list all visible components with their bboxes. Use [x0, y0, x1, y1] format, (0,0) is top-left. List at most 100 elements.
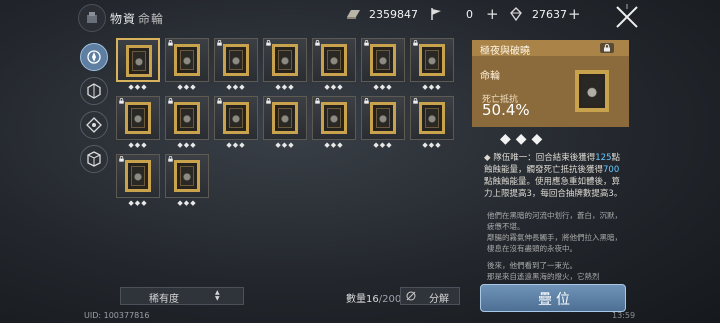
item-slot[interactable]: ◆◆◆ [312, 96, 356, 150]
decompose-label: 分解 [429, 294, 449, 305]
item-rarity: ◆◆◆ [177, 83, 197, 91]
resource-crystal: 27637 [508, 6, 567, 22]
item-card [165, 38, 209, 82]
detail-lock-button[interactable] [600, 43, 614, 53]
item-slot[interactable]: ◆◆◆ [165, 38, 209, 92]
diamond-icon [86, 117, 102, 133]
hexagon-icon [87, 83, 101, 99]
item-slot[interactable]: ◆◆◆ [361, 38, 405, 92]
detail-description: ◆ 隊伍唯一：回合結束後獲得125點蝕蝕能量，觸發死亡抵抗後獲得700點蝕蝕能量… [484, 152, 626, 200]
lock-icon [604, 44, 610, 52]
destiny-wheel-card-icon [223, 102, 249, 134]
item-slot[interactable]: ◆◆◆ [410, 96, 454, 150]
lore-line: 他們在黑暗的河流中划行，蒼白，沉默，疲憊不堪。 [487, 211, 622, 231]
item-card [116, 38, 160, 82]
decompose-button[interactable]: 分解 [400, 287, 460, 305]
item-card [410, 38, 454, 82]
lock-icon [315, 40, 320, 46]
destiny-wheel-card-icon [370, 44, 396, 76]
sort-dropdown[interactable]: 稀有度 ▲▼ [120, 287, 244, 305]
item-slot[interactable]: ◆◆◆ [263, 38, 307, 92]
compass-tab[interactable] [80, 43, 108, 71]
lore-line: 後來，他們看到了一束光。 [487, 261, 577, 270]
item-card [312, 96, 356, 140]
lock-icon [364, 98, 369, 104]
detail-lore: 他們在黑暗的河流中划行，蒼白，沉默，疲憊不堪。 靡腸的霧氣伸長觸手，將他們拉入黑… [487, 210, 627, 282]
item-rarity: ◆◆◆ [177, 199, 197, 207]
cube-icon [87, 151, 101, 167]
item-card [165, 96, 209, 140]
compass-icon [87, 50, 101, 64]
lore-line: 靡腸的霧氣伸長觸手，將他們拉入黑暗，棲息在沒有盡頭的永夜中。 [487, 233, 622, 253]
destiny-wheel-card-icon [370, 102, 396, 134]
resource-crystal-value: 27637 [532, 7, 567, 21]
item-card [116, 154, 160, 198]
destiny-wheel-card-icon [174, 160, 200, 192]
item-rarity: ◆◆◆ [422, 83, 442, 91]
count-current: 16 [366, 294, 379, 305]
item-card [263, 96, 307, 140]
item-slot[interactable]: ◆◆◆ [165, 154, 209, 208]
item-slot[interactable]: ◆◆◆ [263, 96, 307, 150]
item-slot[interactable]: ◆◆◆ [214, 38, 258, 92]
page-title: 物資 [110, 12, 137, 26]
desc-value-1: 125 [595, 153, 612, 163]
item-slot[interactable]: ◆◆◆ [116, 154, 160, 208]
lock-icon [266, 98, 271, 104]
item-card [263, 38, 307, 82]
destiny-wheel-card-icon [126, 45, 152, 77]
item-rarity: ◆◆◆ [177, 141, 197, 149]
detail-card-image [575, 70, 609, 112]
destiny-wheel-card-icon [321, 102, 347, 134]
lock-icon [364, 40, 369, 46]
item-slot[interactable]: ◆◆◆ [116, 38, 160, 92]
lock-icon [119, 156, 124, 162]
item-rarity: ◆◆◆ [128, 83, 148, 91]
item-slot[interactable]: ◆◆◆ [214, 96, 258, 150]
item-rarity: ◆◆◆ [275, 141, 295, 149]
decompose-icon [406, 291, 416, 301]
destiny-wheel-card-icon [174, 102, 200, 134]
user-id: UID: 100377816 [84, 311, 150, 320]
item-rarity: ◆◆◆ [226, 141, 246, 149]
item-card [312, 38, 356, 82]
item-slot[interactable]: ◆◆◆ [116, 96, 160, 150]
item-rarity: ◆◆◆ [226, 83, 246, 91]
item-slot[interactable]: ◆◆◆ [361, 96, 405, 150]
sort-arrows-icon: ▲▼ [215, 289, 220, 302]
stack-button[interactable]: 疊位 [480, 284, 626, 312]
item-slot[interactable]: ◆◆◆ [312, 38, 356, 92]
item-rarity: ◆◆◆ [373, 83, 393, 91]
lock-icon [413, 40, 418, 46]
item-rarity: ◆◆◆ [422, 141, 442, 149]
destiny-wheel-card-icon [419, 102, 445, 134]
item-card [361, 38, 405, 82]
desc-suffix: 點蝕蝕能量。使用應急重如體後，算力上限提高3，每回合抽牌數提高3。 [484, 177, 623, 199]
item-card [116, 96, 160, 140]
destiny-wheel-card-icon [272, 102, 298, 134]
lock-icon [413, 98, 418, 104]
resource-flag: 0 [428, 6, 473, 22]
inventory-logo-icon [78, 4, 106, 32]
resource-gold-value: 2359847 [369, 7, 418, 21]
add-crystal-button[interactable]: + [568, 5, 581, 23]
item-rarity: ◆◆◆ [324, 141, 344, 149]
lock-icon [119, 98, 124, 104]
resource-flag-value: 0 [466, 7, 473, 21]
add-flag-button[interactable]: + [486, 5, 499, 23]
lock-icon [168, 40, 173, 46]
item-slot[interactable]: ◆◆◆ [410, 38, 454, 92]
count-max: 200 [382, 294, 402, 305]
item-rarity: ◆◆◆ [128, 141, 148, 149]
lock-icon [266, 40, 271, 46]
item-rarity: ◆◆◆ [128, 199, 148, 207]
detail-stat-value: 50.4% [482, 101, 530, 119]
close-button[interactable] [612, 2, 642, 32]
destiny-wheel-card-icon [125, 102, 151, 134]
hexagon-tab[interactable] [80, 77, 108, 105]
desc-value-2: 700 [603, 165, 620, 175]
item-card [214, 38, 258, 82]
diamond-tab[interactable] [80, 111, 108, 139]
cube-tab[interactable] [80, 145, 108, 173]
item-slot[interactable]: ◆◆◆ [165, 96, 209, 150]
